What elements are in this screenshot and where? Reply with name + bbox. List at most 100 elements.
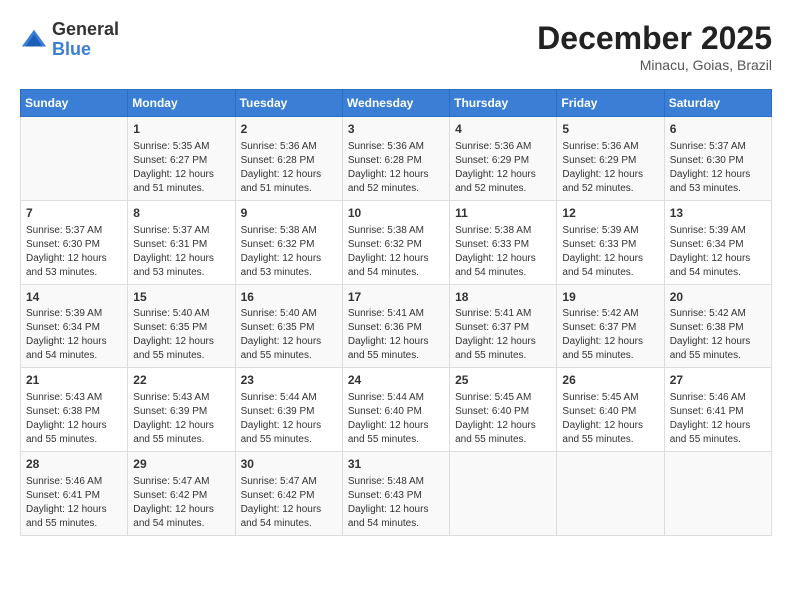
day-info: Sunrise: 5:36 AMSunset: 6:29 PMDaylight:… xyxy=(455,140,551,196)
day-info: Sunrise: 5:39 AMSunset: 6:34 PMDaylight:… xyxy=(670,224,766,280)
calendar-cell: 16Sunrise: 5:40 AMSunset: 6:35 PMDayligh… xyxy=(235,284,342,368)
day-info: Sunrise: 5:40 AMSunset: 6:35 PMDaylight:… xyxy=(241,307,337,363)
calendar-cell: 15Sunrise: 5:40 AMSunset: 6:35 PMDayligh… xyxy=(128,284,235,368)
logo-general-text: General xyxy=(52,19,119,39)
day-number: 28 xyxy=(26,456,122,473)
day-number: 29 xyxy=(133,456,229,473)
day-info: Sunrise: 5:36 AMSunset: 6:28 PMDaylight:… xyxy=(348,140,444,196)
day-number: 30 xyxy=(241,456,337,473)
day-number: 8 xyxy=(133,205,229,222)
logo: General Blue xyxy=(20,20,119,60)
calendar-cell: 4Sunrise: 5:36 AMSunset: 6:29 PMDaylight… xyxy=(450,117,557,201)
day-number: 11 xyxy=(455,205,551,222)
day-number: 27 xyxy=(670,372,766,389)
day-number: 25 xyxy=(455,372,551,389)
day-info: Sunrise: 5:39 AMSunset: 6:33 PMDaylight:… xyxy=(562,224,658,280)
day-info: Sunrise: 5:41 AMSunset: 6:37 PMDaylight:… xyxy=(455,307,551,363)
day-number: 31 xyxy=(348,456,444,473)
day-info: Sunrise: 5:40 AMSunset: 6:35 PMDaylight:… xyxy=(133,307,229,363)
day-info: Sunrise: 5:44 AMSunset: 6:40 PMDaylight:… xyxy=(348,391,444,447)
calendar-cell: 25 Sunrise: 5:45 AMSunset: 6:40 PMDayligh… xyxy=(450,368,557,452)
day-number: 18 xyxy=(455,289,551,306)
day-number: 1 xyxy=(133,121,229,138)
day-info: Sunrise: 5:42 AMSunset: 6:37 PMDaylight:… xyxy=(562,307,658,363)
day-number: 14 xyxy=(26,289,122,306)
day-number: 15 xyxy=(133,289,229,306)
calendar-cell: 3 Sunrise: 5:36 AMSunset: 6:28 PMDaylight… xyxy=(342,117,449,201)
calendar-cell: 22 Sunrise: 5:43 AMSunset: 6:39 PMDayligh… xyxy=(128,368,235,452)
day-number: 21 xyxy=(26,372,122,389)
day-info: Sunrise: 5:47 AMSunset: 6:42 PMDaylight:… xyxy=(133,475,229,531)
location: Minacu, Goias, Brazil xyxy=(537,57,772,73)
day-info: Sunrise: 5:43 AMSunset: 6:39 PMDaylight:… xyxy=(133,391,229,447)
day-info: Sunrise: 5:44 AMSunset: 6:39 PMDaylight:… xyxy=(241,391,337,447)
logo-icon xyxy=(20,26,48,54)
calendar-table: SundayMondayTuesdayWednesdayThursdayFrid… xyxy=(20,89,772,536)
calendar-cell: 21 Sunrise: 5:43 AMSunset: 6:38 PMDayligh… xyxy=(21,368,128,452)
calendar-cell: 19Sunrise: 5:42 AMSunset: 6:37 PMDayligh… xyxy=(557,284,664,368)
day-info: Sunrise: 5:48 AMSunset: 6:43 PMDaylight:… xyxy=(348,475,444,531)
calendar-cell xyxy=(21,117,128,201)
calendar-cell: 18Sunrise: 5:41 AMSunset: 6:37 PMDayligh… xyxy=(450,284,557,368)
day-info: Sunrise: 5:41 AMSunset: 6:36 PMDaylight:… xyxy=(348,307,444,363)
calendar-cell: 28 Sunrise: 5:46 AMSunset: 6:41 PMDayligh… xyxy=(21,452,128,536)
calendar-header-row: SundayMondayTuesdayWednesdayThursdayFrid… xyxy=(21,90,772,117)
calendar-cell: 13Sunrise: 5:39 AMSunset: 6:34 PMDayligh… xyxy=(664,200,771,284)
column-header-friday: Friday xyxy=(557,90,664,117)
calendar-cell: 31 Sunrise: 5:48 AMSunset: 6:43 PMDayligh… xyxy=(342,452,449,536)
calendar-week-row: 1Sunrise: 5:35 AMSunset: 6:27 PMDaylight… xyxy=(21,117,772,201)
day-info: Sunrise: 5:47 AMSunset: 6:42 PMDaylight:… xyxy=(241,475,337,531)
calendar-cell: 14Sunrise: 5:39 AMSunset: 6:34 PMDayligh… xyxy=(21,284,128,368)
calendar-cell: 10Sunrise: 5:38 AMSunset: 6:32 PMDayligh… xyxy=(342,200,449,284)
day-number: 5 xyxy=(562,121,658,138)
calendar-cell: 9 Sunrise: 5:38 AMSunset: 6:32 PMDaylight… xyxy=(235,200,342,284)
day-info: Sunrise: 5:37 AMSunset: 6:30 PMDaylight:… xyxy=(670,140,766,196)
day-number: 20 xyxy=(670,289,766,306)
calendar-cell xyxy=(450,452,557,536)
day-info: Sunrise: 5:38 AMSunset: 6:32 PMDaylight:… xyxy=(241,224,337,280)
calendar-week-row: 14Sunrise: 5:39 AMSunset: 6:34 PMDayligh… xyxy=(21,284,772,368)
day-number: 7 xyxy=(26,205,122,222)
calendar-cell: 2 Sunrise: 5:36 AMSunset: 6:28 PMDaylight… xyxy=(235,117,342,201)
day-info: Sunrise: 5:36 AMSunset: 6:28 PMDaylight:… xyxy=(241,140,337,196)
day-number: 12 xyxy=(562,205,658,222)
day-info: Sunrise: 5:46 AMSunset: 6:41 PMDaylight:… xyxy=(26,475,122,531)
calendar-cell: 23 Sunrise: 5:44 AMSunset: 6:39 PMDayligh… xyxy=(235,368,342,452)
day-number: 23 xyxy=(241,372,337,389)
logo-blue-text: Blue xyxy=(52,39,91,59)
column-header-wednesday: Wednesday xyxy=(342,90,449,117)
day-number: 3 xyxy=(348,121,444,138)
calendar-cell: 12 Sunrise: 5:39 AMSunset: 6:33 PMDayligh… xyxy=(557,200,664,284)
calendar-cell: 1Sunrise: 5:35 AMSunset: 6:27 PMDaylight… xyxy=(128,117,235,201)
day-number: 24 xyxy=(348,372,444,389)
header: General Blue December 2025 Minacu, Goias… xyxy=(20,20,772,73)
day-info: Sunrise: 5:43 AMSunset: 6:38 PMDaylight:… xyxy=(26,391,122,447)
calendar-cell: 17Sunrise: 5:41 AMSunset: 6:36 PMDayligh… xyxy=(342,284,449,368)
calendar-cell: 5 Sunrise: 5:36 AMSunset: 6:29 PMDaylight… xyxy=(557,117,664,201)
calendar-cell: 20Sunrise: 5:42 AMSunset: 6:38 PMDayligh… xyxy=(664,284,771,368)
column-header-saturday: Saturday xyxy=(664,90,771,117)
calendar-cell: 26Sunrise: 5:45 AMSunset: 6:40 PMDayligh… xyxy=(557,368,664,452)
column-header-sunday: Sunday xyxy=(21,90,128,117)
day-number: 6 xyxy=(670,121,766,138)
column-header-tuesday: Tuesday xyxy=(235,90,342,117)
calendar-cell: 24 Sunrise: 5:44 AMSunset: 6:40 PMDayligh… xyxy=(342,368,449,452)
day-info: Sunrise: 5:46 AMSunset: 6:41 PMDaylight:… xyxy=(670,391,766,447)
day-number: 2 xyxy=(241,121,337,138)
calendar-week-row: 28 Sunrise: 5:46 AMSunset: 6:41 PMDayligh… xyxy=(21,452,772,536)
day-info: Sunrise: 5:37 AMSunset: 6:30 PMDaylight:… xyxy=(26,224,122,280)
day-number: 9 xyxy=(241,205,337,222)
calendar-cell xyxy=(664,452,771,536)
month-title: December 2025 xyxy=(537,20,772,57)
day-info: Sunrise: 5:39 AMSunset: 6:34 PMDaylight:… xyxy=(26,307,122,363)
day-number: 10 xyxy=(348,205,444,222)
day-info: Sunrise: 5:36 AMSunset: 6:29 PMDaylight:… xyxy=(562,140,658,196)
calendar-week-row: 7 Sunrise: 5:37 AMSunset: 6:30 PMDaylight… xyxy=(21,200,772,284)
day-number: 17 xyxy=(348,289,444,306)
day-number: 22 xyxy=(133,372,229,389)
calendar-week-row: 21 Sunrise: 5:43 AMSunset: 6:38 PMDayligh… xyxy=(21,368,772,452)
day-number: 16 xyxy=(241,289,337,306)
day-number: 19 xyxy=(562,289,658,306)
day-info: Sunrise: 5:45 AMSunset: 6:40 PMDaylight:… xyxy=(455,391,551,447)
day-info: Sunrise: 5:42 AMSunset: 6:38 PMDaylight:… xyxy=(670,307,766,363)
